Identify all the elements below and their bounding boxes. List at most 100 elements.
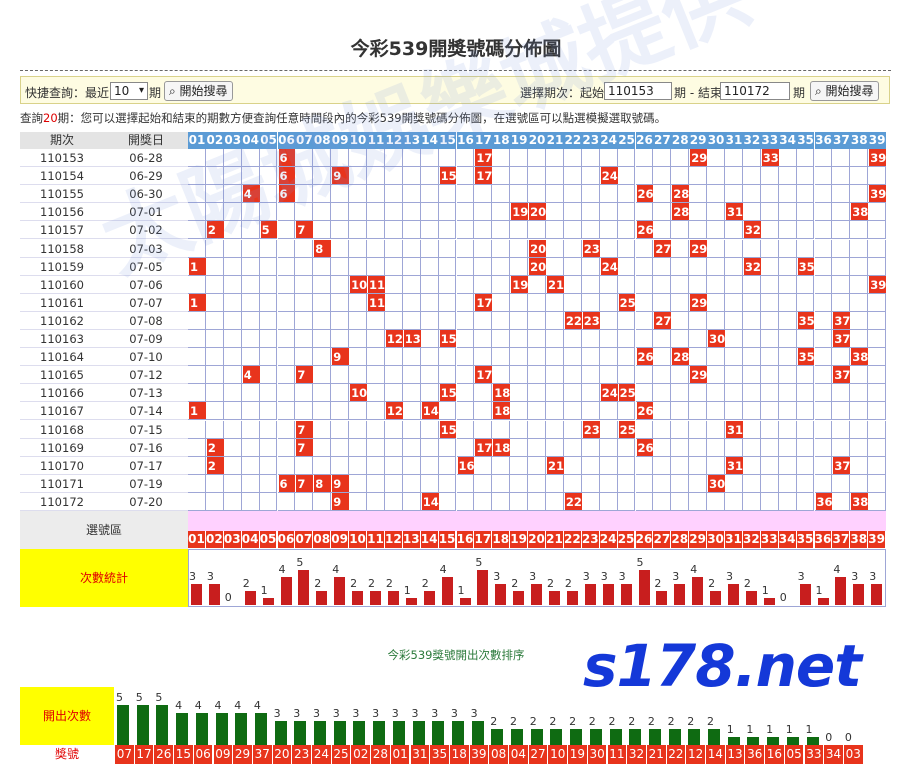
drawn-number: 11	[368, 293, 386, 311]
pick-number[interactable]: 02	[205, 531, 224, 548]
rank-bar	[432, 721, 445, 745]
grid-cell	[188, 474, 206, 493]
grid-cell	[367, 474, 385, 493]
rank-bar	[668, 729, 681, 745]
quick-search-button[interactable]: ⌕ 開始搜尋	[164, 81, 233, 101]
pick-number[interactable]: 01	[188, 531, 206, 548]
drawn-number: 2	[206, 438, 224, 456]
grid-cell	[778, 348, 797, 367]
grid-cell	[599, 149, 618, 168]
grid-cell	[760, 330, 779, 349]
pick-number[interactable]: 31	[725, 531, 743, 548]
pick-number[interactable]: 08	[313, 531, 332, 548]
grid-cell	[205, 348, 224, 367]
grid-cell	[617, 366, 636, 385]
rank-bar	[609, 729, 622, 745]
pick-number[interactable]: 12	[384, 531, 403, 548]
pick-number[interactable]: 14	[420, 531, 439, 548]
pick-number[interactable]: 26	[635, 531, 654, 548]
recent-periods-select[interactable]: 10 ▾	[110, 82, 148, 100]
pick-number[interactable]: 35	[796, 531, 815, 548]
pick-number[interactable]: 34	[778, 531, 797, 548]
pick-number[interactable]: 38	[850, 531, 869, 548]
grid-cell	[850, 275, 869, 294]
pick-number[interactable]: 16	[456, 531, 475, 548]
pick-number[interactable]: 29	[689, 531, 708, 548]
grid-cell	[778, 438, 797, 457]
pick-number[interactable]: 06	[277, 531, 296, 548]
grid-cell	[528, 492, 546, 511]
pick-number[interactable]: 33	[760, 531, 779, 548]
pick-number[interactable]: 03	[223, 531, 242, 548]
grid-cell	[259, 203, 278, 222]
pick-number[interactable]: 21	[546, 531, 564, 548]
pick-number[interactable]: 32	[742, 531, 761, 548]
pick-number[interactable]: 18	[492, 531, 511, 548]
pick-number[interactable]: 17	[474, 531, 493, 548]
pick-number[interactable]: 24	[599, 531, 618, 548]
grid-cell	[760, 167, 779, 186]
drawn-number: 28	[672, 203, 690, 221]
drawn-number: 31	[726, 420, 744, 438]
start-period-input[interactable]: 110153	[604, 82, 672, 100]
grid-cell	[546, 366, 564, 385]
pick-number[interactable]: 36	[814, 531, 833, 548]
pick-number[interactable]: 04	[241, 531, 260, 548]
grid-cell	[653, 420, 672, 439]
grid-cell	[188, 185, 206, 204]
grid-cell	[277, 203, 296, 222]
grid-cell	[778, 221, 797, 240]
pick-number[interactable]: 11	[367, 531, 385, 548]
grid-cell	[510, 257, 529, 276]
grid-cell	[510, 149, 529, 168]
drawn-number: 18	[493, 402, 511, 420]
pick-number[interactable]: 13	[402, 531, 421, 548]
grid-cell	[438, 348, 457, 367]
grid-cell	[456, 293, 475, 312]
pick-number[interactable]: 19	[510, 531, 529, 548]
pick-number[interactable]: 05	[259, 531, 278, 548]
pick-number[interactable]: 30	[707, 531, 725, 548]
grid-cell	[295, 402, 314, 421]
grid-cell	[349, 221, 367, 240]
grid-cell	[563, 366, 582, 385]
rank-bar	[412, 721, 425, 745]
grid-cell	[402, 420, 421, 439]
grid-cell	[313, 366, 332, 385]
pick-number[interactable]: 27	[653, 531, 672, 548]
grid-cell	[868, 311, 887, 330]
grid-cell	[671, 239, 690, 258]
grid-cell	[438, 185, 457, 204]
grid-cell	[742, 348, 761, 367]
pick-number[interactable]: 28	[671, 531, 690, 548]
pick-number[interactable]: 39	[868, 531, 887, 548]
pick-number[interactable]: 22	[563, 531, 582, 548]
grid-cell	[599, 402, 618, 421]
pick-number[interactable]: 20	[528, 531, 546, 548]
grid-cell	[814, 402, 833, 421]
grid-cell	[510, 167, 529, 186]
row-period: 110154	[20, 167, 104, 186]
grid-cell	[295, 456, 314, 475]
pick-number[interactable]: 23	[581, 531, 600, 548]
grid-cell	[850, 366, 869, 385]
grid-cell	[581, 348, 600, 367]
pick-number[interactable]: 15	[438, 531, 457, 548]
pick-number[interactable]: 37	[832, 531, 851, 548]
grid-cell	[635, 239, 654, 258]
grid-cell	[438, 275, 457, 294]
grid-cell	[725, 366, 743, 385]
end-period-input[interactable]: 110172	[720, 82, 790, 100]
grid-cell	[635, 167, 654, 186]
grid-cell	[402, 492, 421, 511]
grid-cell	[492, 330, 511, 349]
grid-cell	[313, 348, 332, 367]
grid-cell	[188, 348, 206, 367]
rank-count-value: 2	[588, 715, 596, 728]
range-search-button[interactable]: ⌕ 開始搜尋	[810, 81, 879, 101]
pick-number[interactable]: 09	[331, 531, 350, 548]
pick-number[interactable]: 25	[617, 531, 636, 548]
grid-cell	[241, 474, 260, 493]
pick-number[interactable]: 10	[349, 531, 367, 548]
pick-number[interactable]: 07	[295, 531, 314, 548]
